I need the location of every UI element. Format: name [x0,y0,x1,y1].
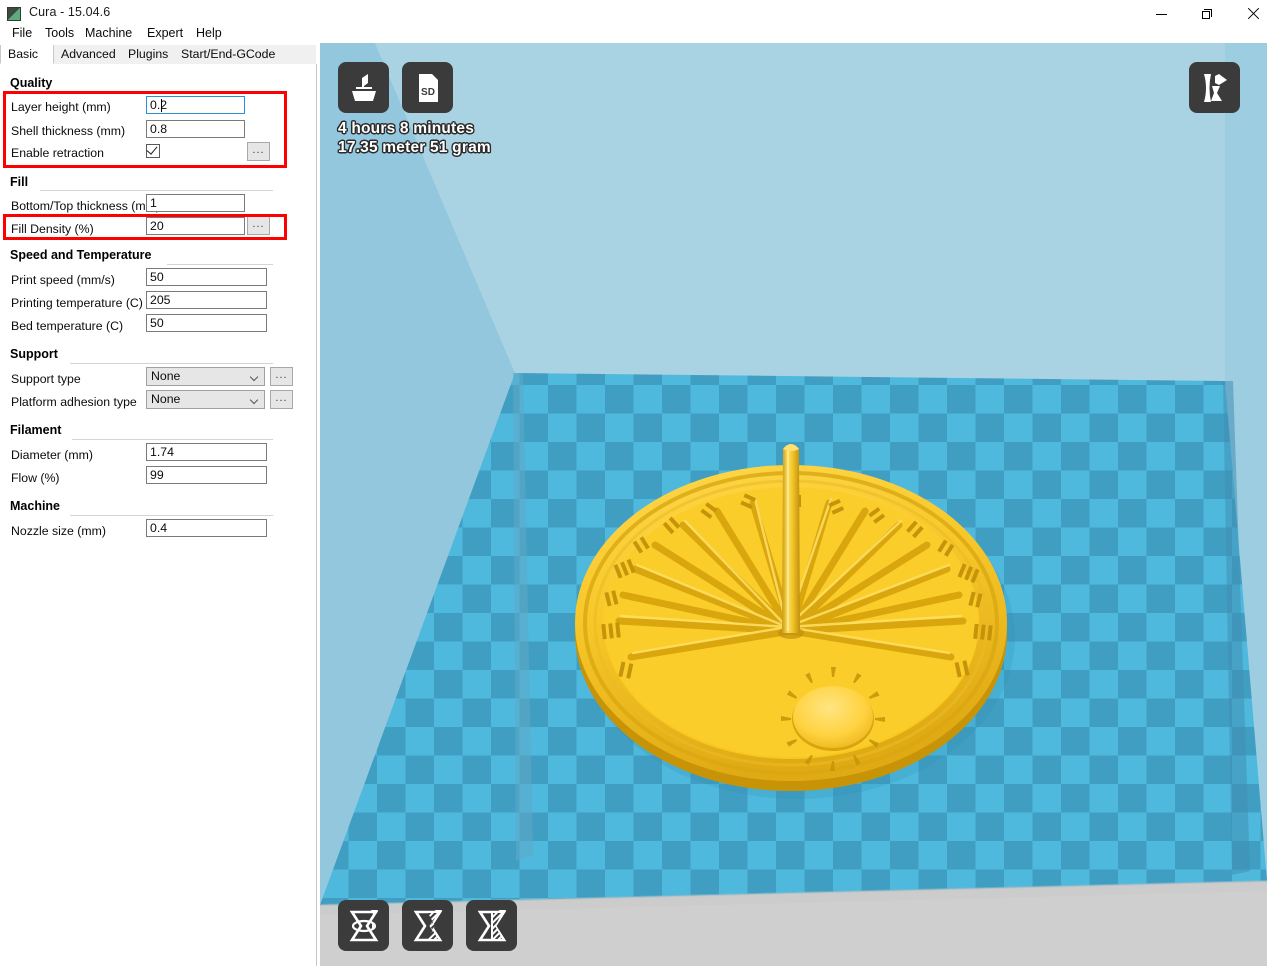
svg-text:SD: SD [421,87,435,98]
group-rule-quality [66,92,273,93]
save-to-file-icon [347,71,381,105]
text-caret [161,99,162,112]
label-layer-height: Layer height (mm) [11,100,111,114]
view-mode-button[interactable] [1189,62,1240,113]
menu-expert[interactable]: Expert [141,24,189,42]
maximize-icon [1202,9,1212,19]
cura-app-icon [7,7,21,21]
label-diameter: Diameter (mm) [11,448,93,462]
save-to-sd-button[interactable]: SD [402,62,453,113]
minimize-icon [1156,14,1167,15]
support-type-options-button[interactable]: ... [270,367,293,386]
input-shell-thickness[interactable] [146,120,245,138]
label-printing-temperature: Printing temperature (C) [11,296,143,310]
minimize-button[interactable] [1138,0,1184,28]
window-title: Cura - 15.04.6 [29,5,110,19]
fill-density-options-button[interactable]: ... [247,216,270,235]
print-info: 4 hours 8 minutes 17.35 meter 51 gram [338,119,491,157]
select-support-type[interactable]: None [146,367,265,386]
retraction-options-button[interactable]: ... [247,142,270,161]
checkbox-enable-retraction[interactable] [146,144,160,158]
input-diameter[interactable] [146,443,267,461]
label-shell-thickness: Shell thickness (mm) [11,124,125,138]
chevron-down-icon [251,374,258,381]
input-nozzle-size[interactable] [146,519,267,537]
print-time-text: 4 hours 8 minutes [338,119,491,138]
input-bottom-top-thickness[interactable] [146,194,245,212]
input-print-speed[interactable] [146,268,267,286]
scale-tool-button[interactable] [402,900,453,951]
label-bottom-top-thickness: Bottom/Top thickness (mm) [11,199,160,213]
select-platform-adhesion-type[interactable]: None [146,390,265,409]
normal-view-icon [1197,70,1233,106]
3d-viewport[interactable]: SD 4 hours 8 minutes 17.35 meter 51 gram [320,43,1267,966]
menu-help[interactable]: Help [190,24,228,42]
menu-machine[interactable]: Machine [79,24,138,42]
rotate-icon [345,907,383,945]
cura-window: Cura - 15.04.6 File Tools Machine Expert… [0,0,1267,966]
group-title-speed-temperature: Speed and Temperature [10,248,151,262]
select-platform-adhesion-type-value: None [151,392,180,406]
input-flow[interactable] [146,466,267,484]
group-rule-filament [72,439,273,440]
tab-basic[interactable]: Basic [0,45,54,64]
menu-file[interactable]: File [6,24,38,42]
label-bed-temperature: Bed temperature (C) [11,319,123,333]
maximize-button[interactable] [1184,0,1230,28]
settings-tab-bar: Basic Advanced Plugins Start/End-GCode [0,45,316,65]
build-scene [320,43,1267,966]
check-icon [146,143,157,155]
mirror-icon [473,907,511,945]
input-fill-density[interactable] [146,217,245,235]
mirror-tool-button[interactable] [466,900,517,951]
label-support-type: Support type [11,372,81,386]
group-title-filament: Filament [10,423,61,437]
scale-icon [409,907,447,945]
input-printing-temperature[interactable] [146,291,267,309]
print-material-text: 17.35 meter 51 gram [338,138,491,157]
platform-adhesion-options-button[interactable]: ... [270,390,293,409]
tab-advanced[interactable]: Advanced [54,45,121,64]
close-icon [1247,8,1259,20]
menu-tools[interactable]: Tools [39,24,80,42]
label-platform-adhesion-type: Platform adhesion type [11,395,137,409]
save-toolpath-button[interactable] [338,62,389,113]
group-title-fill: Fill [10,175,28,189]
label-print-speed: Print speed (mm/s) [11,273,115,287]
group-rule-support [70,363,273,364]
group-title-quality: Quality [10,76,52,90]
group-title-machine: Machine [10,499,60,513]
tab-plugins[interactable]: Plugins [121,45,174,64]
input-bed-temperature[interactable] [146,314,267,332]
rotate-tool-button[interactable] [338,900,389,951]
chevron-down-icon [251,397,258,404]
label-flow: Flow (%) [11,471,60,485]
settings-panel: Quality Layer height (mm) Shell thicknes… [0,64,317,966]
group-rule-speed-temperature [167,264,273,265]
label-enable-retraction: Enable retraction [11,146,104,160]
group-title-support: Support [10,347,58,361]
group-rule-fill [40,190,273,191]
select-support-type-value: None [151,369,180,383]
sd-card-icon: SD [413,71,443,105]
tab-start-end-gcode[interactable]: Start/End-GCode [174,45,288,64]
label-nozzle-size: Nozzle size (mm) [11,524,106,538]
menu-bar: File Tools Machine Expert Help [0,28,1267,43]
group-rule-machine [70,515,273,516]
close-button[interactable] [1230,0,1267,28]
label-fill-density: Fill Density (%) [11,222,94,236]
